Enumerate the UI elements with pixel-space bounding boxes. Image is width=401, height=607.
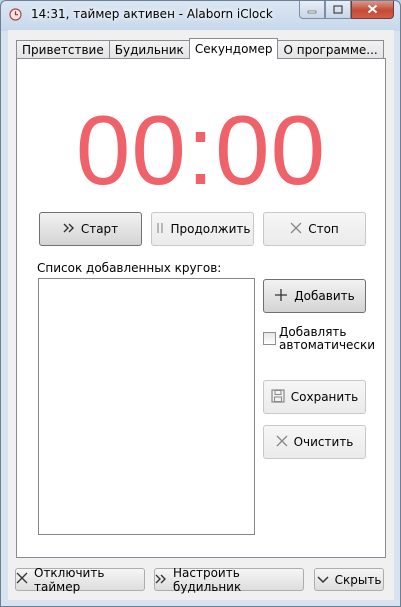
plus-icon xyxy=(274,288,294,305)
tab-welcome[interactable]: Приветствие xyxy=(16,40,110,59)
auto-add-checkbox[interactable] xyxy=(263,332,276,345)
save-button-label: Сохранить xyxy=(290,390,359,404)
chevron-down-icon xyxy=(317,573,335,587)
save-button[interactable]: Сохранить xyxy=(263,380,366,414)
minimize-icon xyxy=(307,3,317,17)
double-chevron-right-icon xyxy=(63,222,81,236)
close-button[interactable] xyxy=(351,1,394,19)
double-chevron-right-icon xyxy=(155,573,173,587)
tab-alarm[interactable]: Будильник xyxy=(108,40,190,59)
tab-stopwatch[interactable]: Секундомер xyxy=(188,38,279,59)
clear-button[interactable]: Очистить xyxy=(263,425,366,459)
start-button-label: Старт xyxy=(80,222,119,236)
client-area: Приветствие Будильник Секундомер О прогр… xyxy=(8,30,394,600)
minimize-button[interactable] xyxy=(299,1,325,19)
add-lap-button-label: Добавить xyxy=(294,289,355,303)
setup-alarm-button[interactable]: Настроить будильник xyxy=(154,565,304,594)
close-icon xyxy=(367,3,378,17)
stopwatch-display: 00:00 xyxy=(75,95,327,205)
stop-button-label: Стоп xyxy=(308,222,339,236)
auto-add-label[interactable]: Добавлять автоматически xyxy=(279,326,375,352)
disable-timer-button[interactable]: Отключить таймер xyxy=(15,565,145,594)
title-bar[interactable]: 14:31, таймер активен - Alaborn iClock xyxy=(1,1,400,29)
clock-icon xyxy=(9,8,22,21)
stopwatch-panel: 00:00 Старт Продолжить Стоп Список добав… xyxy=(16,58,386,558)
hide-label: Скрыть xyxy=(334,572,382,587)
app-window: 14:31, таймер активен - Alaborn iClock П… xyxy=(0,0,401,607)
x-icon xyxy=(16,572,34,587)
window-title: 14:31, таймер активен - Alaborn iClock xyxy=(31,7,273,21)
stop-button[interactable]: Стоп xyxy=(263,212,366,246)
add-lap-button[interactable]: Добавить xyxy=(263,279,366,313)
laps-list-label: Список добавленных кругов: xyxy=(37,261,222,275)
hide-button[interactable]: Скрыть xyxy=(314,568,384,591)
auto-add-label-line2: автоматически xyxy=(279,338,376,352)
x-icon xyxy=(276,435,294,450)
continue-button[interactable]: Продолжить xyxy=(151,212,254,246)
pause-icon xyxy=(155,222,171,237)
x-icon xyxy=(290,222,308,237)
setup-alarm-label: Настроить будильник xyxy=(173,565,242,594)
maximize-icon xyxy=(333,3,343,17)
continue-button-label: Продолжить xyxy=(170,222,251,236)
start-button[interactable]: Старт xyxy=(39,212,142,246)
tab-about[interactable]: О программе... xyxy=(277,40,384,59)
laps-list[interactable] xyxy=(38,278,255,535)
floppy-disk-icon xyxy=(271,388,291,406)
tab-strip: Приветствие Будильник Секундомер О прогр… xyxy=(16,38,384,59)
disable-timer-label: Отключить таймер xyxy=(34,565,105,594)
maximize-button[interactable] xyxy=(325,1,351,19)
clear-button-label: Очистить xyxy=(293,435,354,449)
